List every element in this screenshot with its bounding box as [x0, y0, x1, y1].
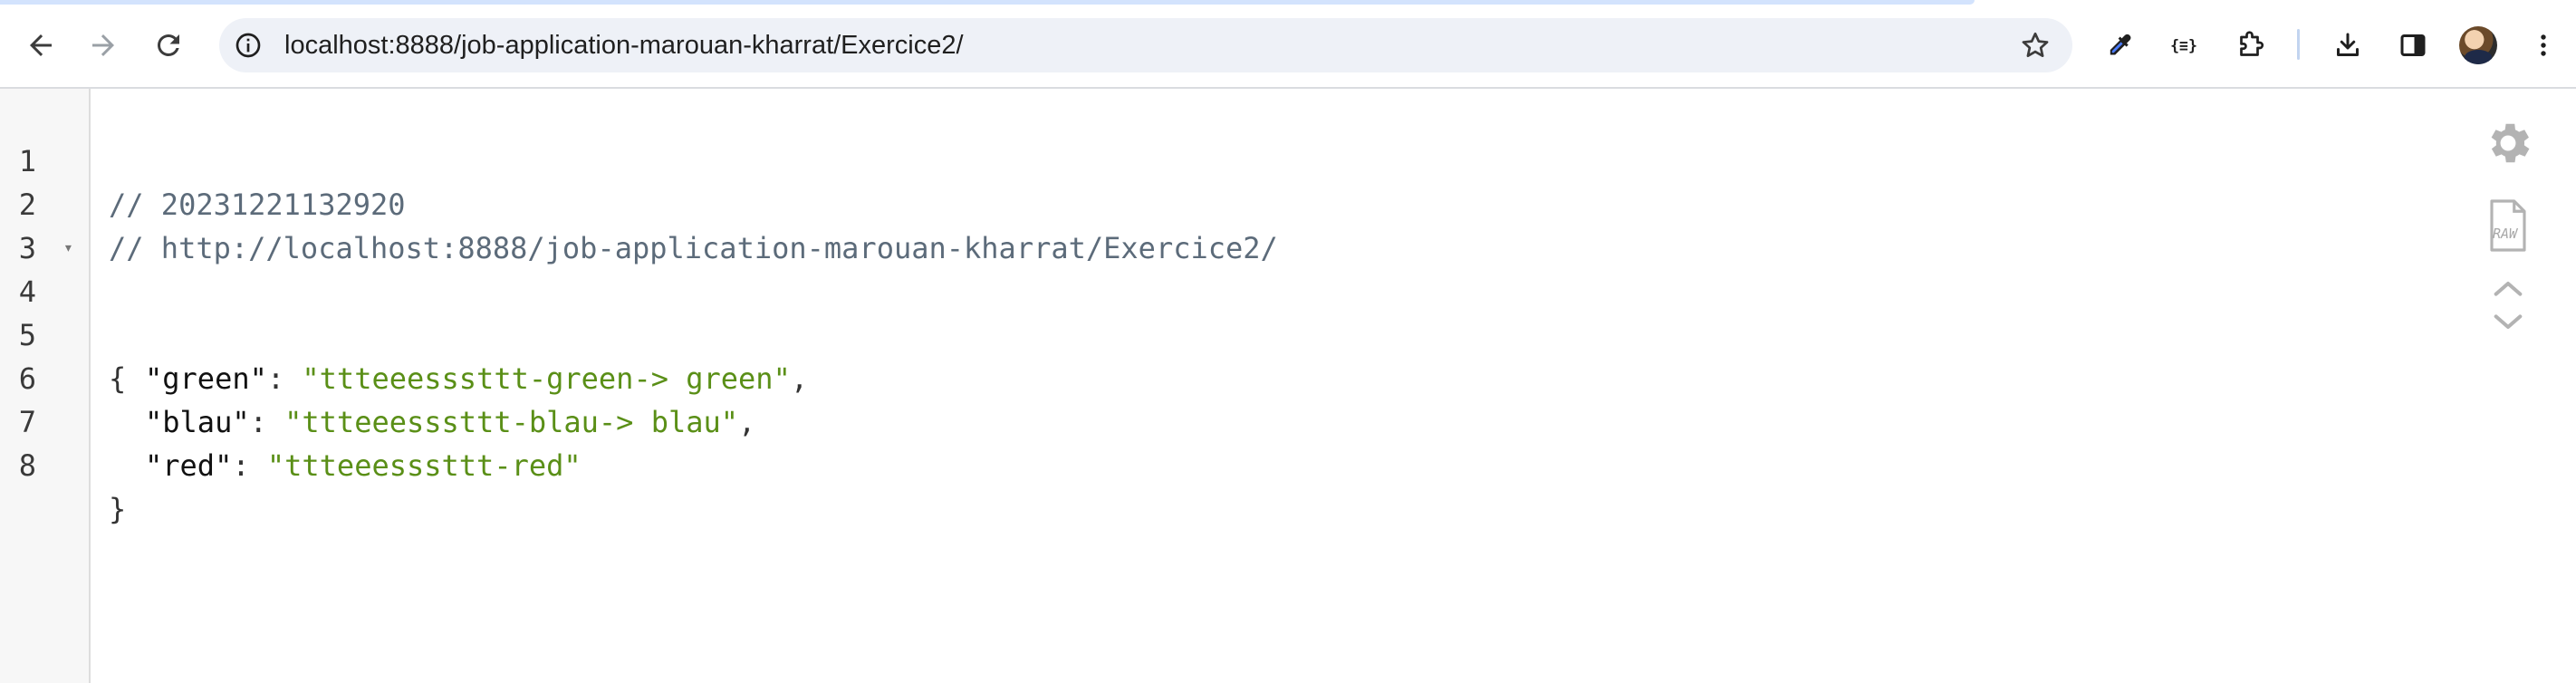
side-panel-button[interactable] [2386, 18, 2440, 72]
comma: , [790, 361, 809, 396]
code-line: 2 // http://localhost:8888/job-applicati… [0, 139, 1278, 265]
url-text[interactable]: localhost:8888/job-application-marouan-k… [284, 18, 964, 72]
raw-file-icon: RAW [2484, 197, 2533, 255]
forward-button[interactable] [76, 18, 130, 72]
browser-menu-button[interactable] [2516, 18, 2571, 72]
settings-button[interactable] [2480, 115, 2536, 171]
open-brace: { [109, 361, 127, 396]
download-icon [2331, 29, 2364, 62]
raw-view-button[interactable]: RAW [2480, 194, 2536, 257]
star-icon [2019, 29, 2052, 62]
code-line: 1 // 20231221132920 [0, 96, 406, 222]
back-button[interactable] [14, 18, 68, 72]
code-line: 3 [0, 183, 70, 265]
json-string-value: "ttteeesssttt-red" [266, 448, 582, 483]
reload-icon [152, 29, 185, 62]
active-tab-strip [0, 0, 1975, 5]
browser-toolbar: localhost:8888/job-application-marouan-k… [0, 0, 2576, 89]
kebab-menu-icon [2527, 29, 2560, 62]
raw-label: RAW [2493, 226, 2518, 242]
code-line: 6 "blau": "ttteeesssttt-blau-> blau", [0, 313, 756, 439]
collapse-all-button[interactable] [2480, 272, 2536, 304]
colon: : [249, 405, 285, 439]
fold-toggle[interactable]: ▾ [63, 226, 73, 270]
code-line: 5 "green": "ttteeesssttt-green-> green", [0, 270, 808, 396]
avatar[interactable] [2459, 26, 2497, 64]
code-line: 8 } [0, 400, 127, 526]
arrow-right-icon [87, 29, 120, 62]
downloads-button[interactable] [2321, 18, 2375, 72]
bookmark-button[interactable] [2016, 26, 2054, 64]
code-line: 7 "red": "ttteeesssttt-red" [0, 357, 582, 483]
arrow-left-icon [24, 29, 57, 62]
code-line: 4 ▾ { [0, 226, 127, 396]
json-key: "red" [145, 448, 233, 483]
json-string-value: "ttteeesssttt-blau-> blau" [284, 405, 739, 439]
line-number: 8 [18, 448, 36, 483]
svg-text:{≡}: {≡} [2170, 37, 2197, 54]
comment-timestamp: // 20231221132920 [109, 188, 406, 222]
info-icon [234, 31, 263, 60]
braces-icon: {≡} [2167, 29, 2200, 62]
reload-button[interactable] [141, 18, 196, 72]
expand-all-button[interactable] [2480, 306, 2536, 339]
json-viewer-extension-button[interactable]: {≡} [2157, 18, 2211, 72]
extensions-button[interactable] [2224, 18, 2278, 72]
colon: : [232, 448, 267, 483]
json-viewer: 1 // 20231221132920 2 // http://localhos… [0, 89, 2576, 683]
chevron-up-icon [2490, 277, 2526, 299]
address-bar[interactable]: localhost:8888/job-application-marouan-k… [219, 18, 2072, 72]
json-key: "blau" [145, 405, 250, 439]
puzzle-icon [2235, 29, 2267, 62]
site-info-button[interactable] [228, 25, 268, 65]
chevron-down-icon [2490, 312, 2526, 333]
json-key: "green" [145, 361, 267, 396]
colon: : [266, 361, 303, 396]
eyedropper-button[interactable] [2092, 18, 2147, 72]
close-brace: } [109, 492, 127, 526]
gear-icon [2482, 117, 2534, 169]
json-string-value: "ttteeesssttt-green-> green" [302, 361, 791, 396]
side-panel-icon [2397, 29, 2429, 62]
comma: , [738, 405, 756, 439]
toolbar-separator [2297, 29, 2300, 60]
eyedropper-icon [2103, 29, 2136, 62]
comment-url: // http://localhost:8888/job-application… [109, 231, 1278, 265]
